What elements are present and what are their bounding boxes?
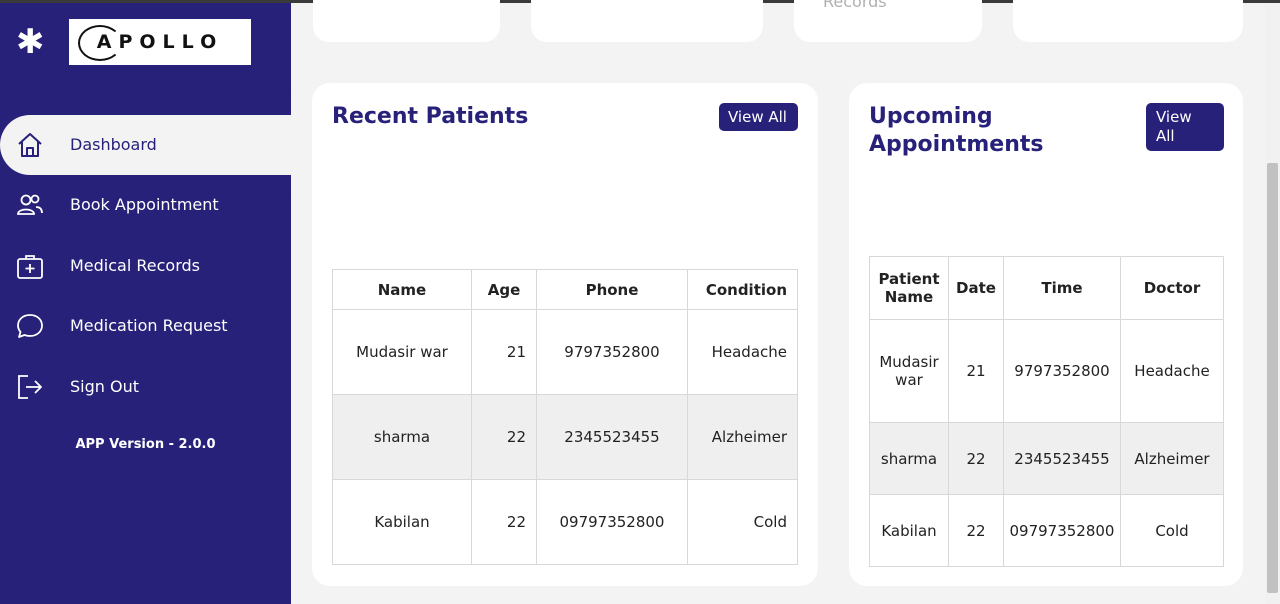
column-header-age[interactable]: Age: [471, 269, 537, 310]
column-header-phone[interactable]: Phone: [536, 269, 688, 310]
column-header-doctor[interactable]: Doctor: [1120, 256, 1224, 320]
cell-time: 2345523455: [1003, 422, 1121, 495]
scrollbar-thumb[interactable]: [1267, 163, 1278, 593]
users-icon: [17, 194, 43, 215]
stat-card: [1013, 0, 1243, 42]
cell-name: Mudasir war: [332, 309, 472, 395]
recent-patients-view-all-button[interactable]: View All: [719, 103, 798, 131]
cell-age: 22: [471, 394, 537, 480]
cell-condition: Headache: [687, 309, 798, 395]
cell-doctor: Cold: [1120, 494, 1224, 567]
sidebar-item-sign-out[interactable]: Sign Out: [0, 357, 291, 417]
cell-phone: 9797352800: [536, 309, 688, 395]
apollo-logo[interactable]: APOLLO: [69, 19, 251, 65]
cell-age: 21: [471, 309, 537, 395]
sidebar: ✱ APOLLO Dashboard Book Appointment Medi…: [0, 3, 291, 604]
cell-date: 21: [948, 319, 1004, 423]
medical-kit-icon: [17, 255, 43, 279]
cell-doctor: Headache: [1120, 319, 1224, 423]
cell-time: 9797352800: [1003, 319, 1121, 423]
sidebar-brand-area: ✱ APOLLO: [0, 3, 291, 115]
cell-condition: Cold: [687, 479, 798, 565]
cell-condition: Alzheimer: [687, 394, 798, 480]
recent-patients-panel: Recent Patients View All Name Age Phone …: [312, 83, 818, 586]
cell-patient-name: Kabilan: [869, 494, 949, 567]
table-row[interactable]: sharma 22 2345523455 Alzheimer: [869, 422, 1224, 495]
cell-time: 09797352800: [1003, 494, 1121, 567]
column-header-date[interactable]: Date: [948, 256, 1004, 320]
stat-card: [531, 0, 763, 42]
sidebar-item-medication-request[interactable]: Medication Request: [0, 296, 291, 356]
column-header-time[interactable]: Time: [1003, 256, 1121, 320]
sidebar-item-book-appointment[interactable]: Book Appointment: [0, 175, 291, 235]
cell-phone: 09797352800: [536, 479, 688, 565]
sidebar-item-label: Book Appointment: [70, 195, 219, 214]
cell-patient-name: sharma: [869, 422, 949, 495]
sidebar-item-label: Sign Out: [70, 377, 139, 396]
recent-patients-title: Recent Patients: [332, 104, 529, 129]
cell-phone: 2345523455: [536, 394, 688, 480]
column-header-condition[interactable]: Condition: [687, 269, 798, 310]
sidebar-item-dashboard[interactable]: Dashboard: [0, 115, 291, 175]
table-row[interactable]: Kabilan 22 09797352800 Cold: [332, 479, 798, 565]
cell-age: 22: [471, 479, 537, 565]
home-icon: [18, 133, 42, 157]
cell-name: Kabilan: [332, 479, 472, 565]
cell-doctor: Alzheimer: [1120, 422, 1224, 495]
sidebar-item-medical-records[interactable]: Medical Records: [0, 236, 291, 296]
column-header-patient-name[interactable]: Patient Name: [869, 256, 949, 320]
upcoming-appointments-panel: Upcoming Appointments View All Patient N…: [849, 83, 1243, 586]
table-row[interactable]: Kabilan 22 09797352800 Cold: [869, 494, 1224, 567]
chat-icon: [17, 314, 43, 338]
logo-text: APOLLO: [96, 31, 224, 53]
app-version: APP Version - 2.0.0: [75, 437, 216, 452]
cell-name: sharma: [332, 394, 472, 480]
cell-date: 22: [948, 422, 1004, 495]
stat-card: [313, 0, 500, 42]
sidebar-item-label: Medication Request: [70, 316, 228, 335]
column-header-name[interactable]: Name: [332, 269, 472, 310]
table-row[interactable]: Mudasir war 21 9797352800 Headache: [332, 309, 798, 395]
sidebar-item-label: Dashboard: [70, 135, 157, 154]
asterisk-icon: ✱: [16, 22, 45, 62]
sign-out-icon: [18, 375, 42, 399]
table-row[interactable]: Mudasir war 21 9797352800 Headache: [869, 319, 1224, 423]
upcoming-appointments-title: Upcoming Appointments: [869, 104, 1044, 157]
cell-date: 22: [948, 494, 1004, 567]
upcoming-view-all-button[interactable]: View All: [1146, 103, 1224, 151]
table-row[interactable]: sharma 22 2345523455 Alzheimer: [332, 394, 798, 480]
cell-patient-name: Mudasir war: [869, 319, 949, 423]
recent-patients-table: Name Age Phone Condition Mudasir war 21 …: [332, 269, 798, 565]
sidebar-item-label: Medical Records: [70, 256, 200, 275]
upcoming-appointments-table: Patient Name Date Time Doctor Mudasir wa…: [869, 256, 1224, 567]
records-card-label: Records: [823, 0, 887, 11]
page-scrollbar[interactable]: [1265, 3, 1280, 604]
